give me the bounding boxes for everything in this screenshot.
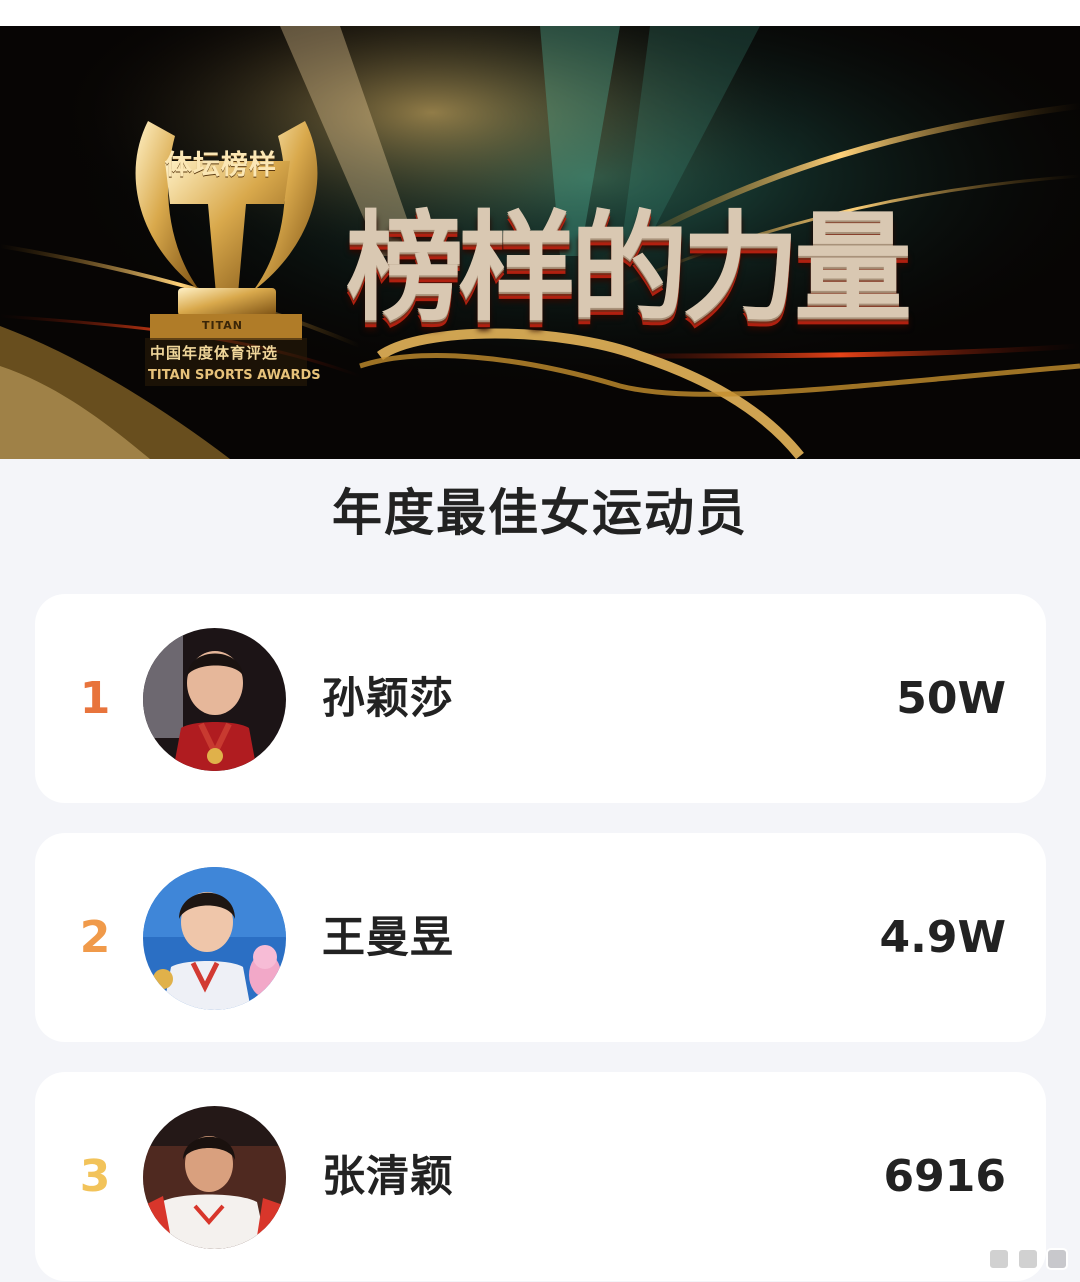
vote-count: 4.9W: [879, 912, 1006, 963]
logo-wordmark: 体坛榜样: [165, 150, 277, 181]
athlete-name: 孙颖莎: [322, 674, 454, 724]
ranking-card[interactable]: 2 王曼昱 4.9W: [35, 833, 1046, 1042]
logo-english-caption: TITAN SPORTS AWARDS: [148, 368, 321, 383]
athlete-avatar[interactable]: [143, 628, 286, 771]
athlete-name: 张清颖: [322, 1152, 454, 1202]
ranking-card[interactable]: 3 张清颖 6916: [35, 1072, 1046, 1281]
rank-number: 1: [79, 673, 111, 724]
section-title: 年度最佳女运动员: [332, 484, 748, 542]
rank-number: 3: [79, 1151, 111, 1202]
banner-headline: 榜样的力量: [346, 199, 912, 337]
top-strip: [0, 0, 1080, 26]
indicator-square: [1046, 1248, 1068, 1270]
athlete-avatar[interactable]: [143, 867, 286, 1010]
vote-count: 50W: [896, 673, 1006, 724]
athlete-name: 王曼昱: [322, 913, 454, 963]
rank-number: 2: [79, 912, 111, 963]
vote-count: 6916: [883, 1151, 1006, 1202]
image-count-indicator: [988, 1248, 1068, 1270]
logo-titan-mark: TITAN: [202, 319, 243, 332]
logo-chinese-caption: 中国年度体育评选: [150, 344, 279, 362]
awards-banner: 体坛榜样 TITAN 中国年度体育评选 TITAN SPORTS AWARDS …: [0, 26, 1080, 459]
ranking-card[interactable]: 1 孙颖莎 50W: [35, 594, 1046, 803]
indicator-square: [988, 1248, 1010, 1270]
page: 体坛榜样 TITAN 中国年度体育评选 TITAN SPORTS AWARDS …: [0, 0, 1080, 1282]
indicator-square: [1017, 1248, 1039, 1270]
athlete-avatar[interactable]: [143, 1106, 286, 1249]
